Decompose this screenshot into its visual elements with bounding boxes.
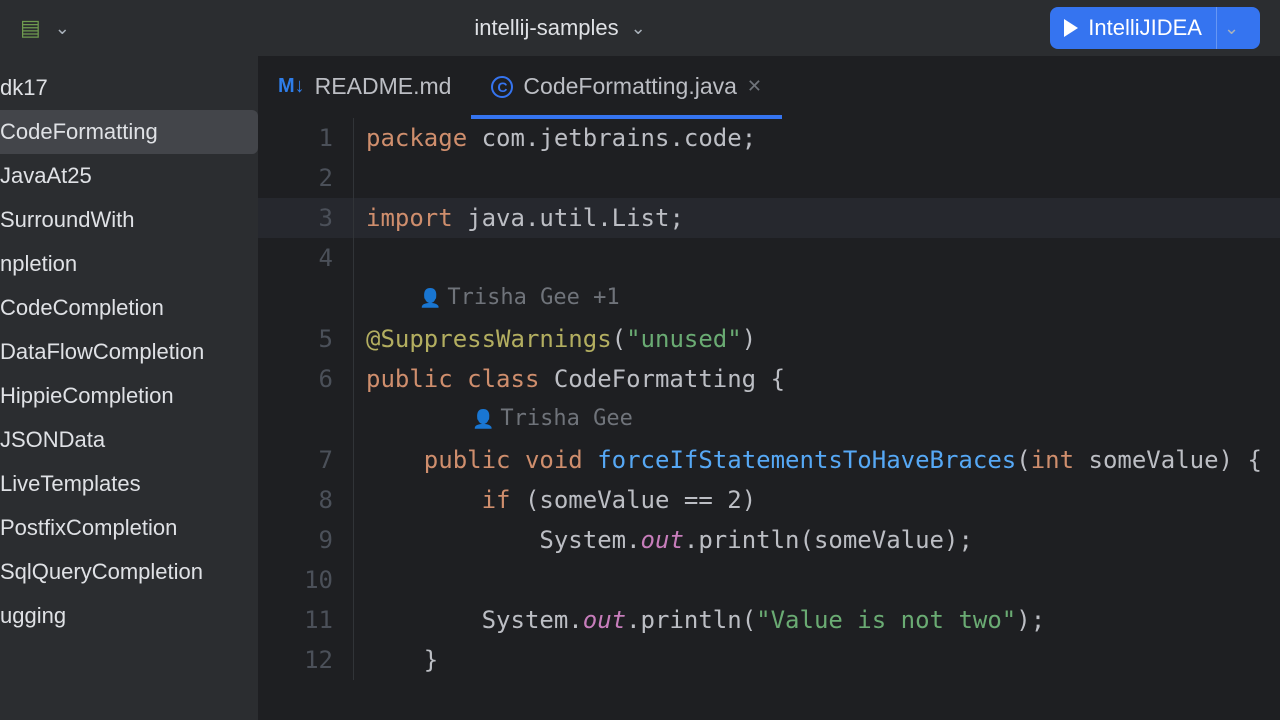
chevron-down-icon: ⌄ xyxy=(1224,18,1239,39)
line-number: 8 xyxy=(258,480,354,520)
code-text: import java.util.List; xyxy=(354,198,684,238)
editor-tab[interactable]: M↓ README.md xyxy=(258,56,471,118)
code-line[interactable]: 2 xyxy=(258,158,1280,198)
sidebar-item[interactable]: CodeFormatting xyxy=(0,110,258,154)
code-line[interactable]: 1package com.jetbrains.code; xyxy=(258,118,1280,158)
sidebar-item[interactable]: dk17 xyxy=(0,66,258,110)
tab-label: README.md xyxy=(315,73,452,100)
class-icon: C xyxy=(491,76,513,98)
code-editor[interactable]: 1package com.jetbrains.code;23import jav… xyxy=(258,118,1280,720)
line-number: 11 xyxy=(258,600,354,640)
line-number: 3 xyxy=(258,198,354,238)
sidebar-item[interactable]: DataFlowCompletion xyxy=(0,330,258,374)
code-text: if (someValue == 2) xyxy=(354,480,756,520)
sidebar-item[interactable]: CodeCompletion xyxy=(0,286,258,330)
line-number: 2 xyxy=(258,158,354,198)
chevron-down-icon[interactable]: ⌄ xyxy=(55,18,70,39)
sidebar-item[interactable]: JavaAt25 xyxy=(0,154,258,198)
code-line[interactable]: 7 public void forceIfStatementsToHaveBra… xyxy=(258,440,1280,480)
line-number: 10 xyxy=(258,560,354,600)
project-tree[interactable]: dk17CodeFormattingJavaAt25SurroundWithnp… xyxy=(0,56,258,720)
close-icon[interactable]: ✕ xyxy=(747,76,762,97)
sidebar-item[interactable]: PostfixCompletion xyxy=(0,506,258,550)
sidebar-item[interactable]: ugging xyxy=(0,594,258,638)
sidebar-item[interactable]: LiveTemplates xyxy=(0,462,258,506)
sidebar-item[interactable]: SurroundWith xyxy=(0,198,258,242)
code-line[interactable]: 11 System.out.println("Value is not two"… xyxy=(258,600,1280,640)
editor-tabs: M↓ README.md C CodeFormatting.java ✕ xyxy=(258,56,1280,118)
line-number: 5 xyxy=(258,319,354,359)
line-number: 12 xyxy=(258,640,354,680)
run-config-dropdown[interactable]: ⌄ xyxy=(1216,7,1246,49)
line-number: 7 xyxy=(258,440,354,480)
play-icon xyxy=(1064,19,1078,37)
code-text: System.out.println(someValue); xyxy=(354,520,973,560)
code-line[interactable]: 3import java.util.List; xyxy=(258,198,1280,238)
code-line[interactable]: 8 if (someValue == 2) xyxy=(258,480,1280,520)
sidebar-item[interactable]: SqlQueryCompletion xyxy=(0,550,258,594)
code-text: public class CodeFormatting { xyxy=(354,359,785,399)
tab-label: CodeFormatting.java xyxy=(523,73,737,100)
project-selector[interactable]: intellij-samples ⌄ xyxy=(474,15,645,41)
code-text: public void forceIfStatementsToHaveBrace… xyxy=(354,440,1262,480)
sidebar-item[interactable]: JSONData xyxy=(0,418,258,462)
code-text xyxy=(354,560,366,600)
code-line[interactable]: 12 } xyxy=(258,640,1280,680)
inlay-hint: 👤Trisha Gee xyxy=(258,399,1280,440)
project-name: intellij-samples xyxy=(474,15,618,41)
line-number: 9 xyxy=(258,520,354,560)
run-config-label: IntelliJIDEA xyxy=(1088,15,1202,41)
code-text: } xyxy=(354,640,438,680)
line-number: 1 xyxy=(258,118,354,158)
code-line[interactable]: 4 xyxy=(258,238,1280,278)
main-menu-icon[interactable]: ▤ xyxy=(20,15,41,41)
code-line[interactable]: 6public class CodeFormatting { xyxy=(258,359,1280,399)
sidebar-item[interactable]: npletion xyxy=(0,242,258,286)
run-config-button[interactable]: IntelliJIDEA ⌄ xyxy=(1050,7,1260,49)
title-bar: ▤ ⌄ intellij-samples ⌄ IntelliJIDEA ⌄ xyxy=(0,0,1280,56)
line-number: 6 xyxy=(258,359,354,399)
code-text: package com.jetbrains.code; xyxy=(354,118,756,158)
chevron-down-icon: ⌄ xyxy=(631,18,646,39)
line-number: 4 xyxy=(258,238,354,278)
code-text: @SuppressWarnings("unused") xyxy=(354,319,756,359)
code-text: System.out.println("Value is not two"); xyxy=(354,600,1045,640)
editor-tab[interactable]: C CodeFormatting.java ✕ xyxy=(471,56,782,118)
code-line[interactable]: 5@SuppressWarnings("unused") xyxy=(258,319,1280,359)
inlay-hint: 👤Trisha Gee +1 xyxy=(258,278,1280,319)
code-text xyxy=(354,238,366,278)
code-line[interactable]: 10 xyxy=(258,560,1280,600)
sidebar-item[interactable]: HippieCompletion xyxy=(0,374,258,418)
markdown-icon: M↓ xyxy=(278,75,305,98)
code-line[interactable]: 9 System.out.println(someValue); xyxy=(258,520,1280,560)
code-text xyxy=(354,158,366,198)
